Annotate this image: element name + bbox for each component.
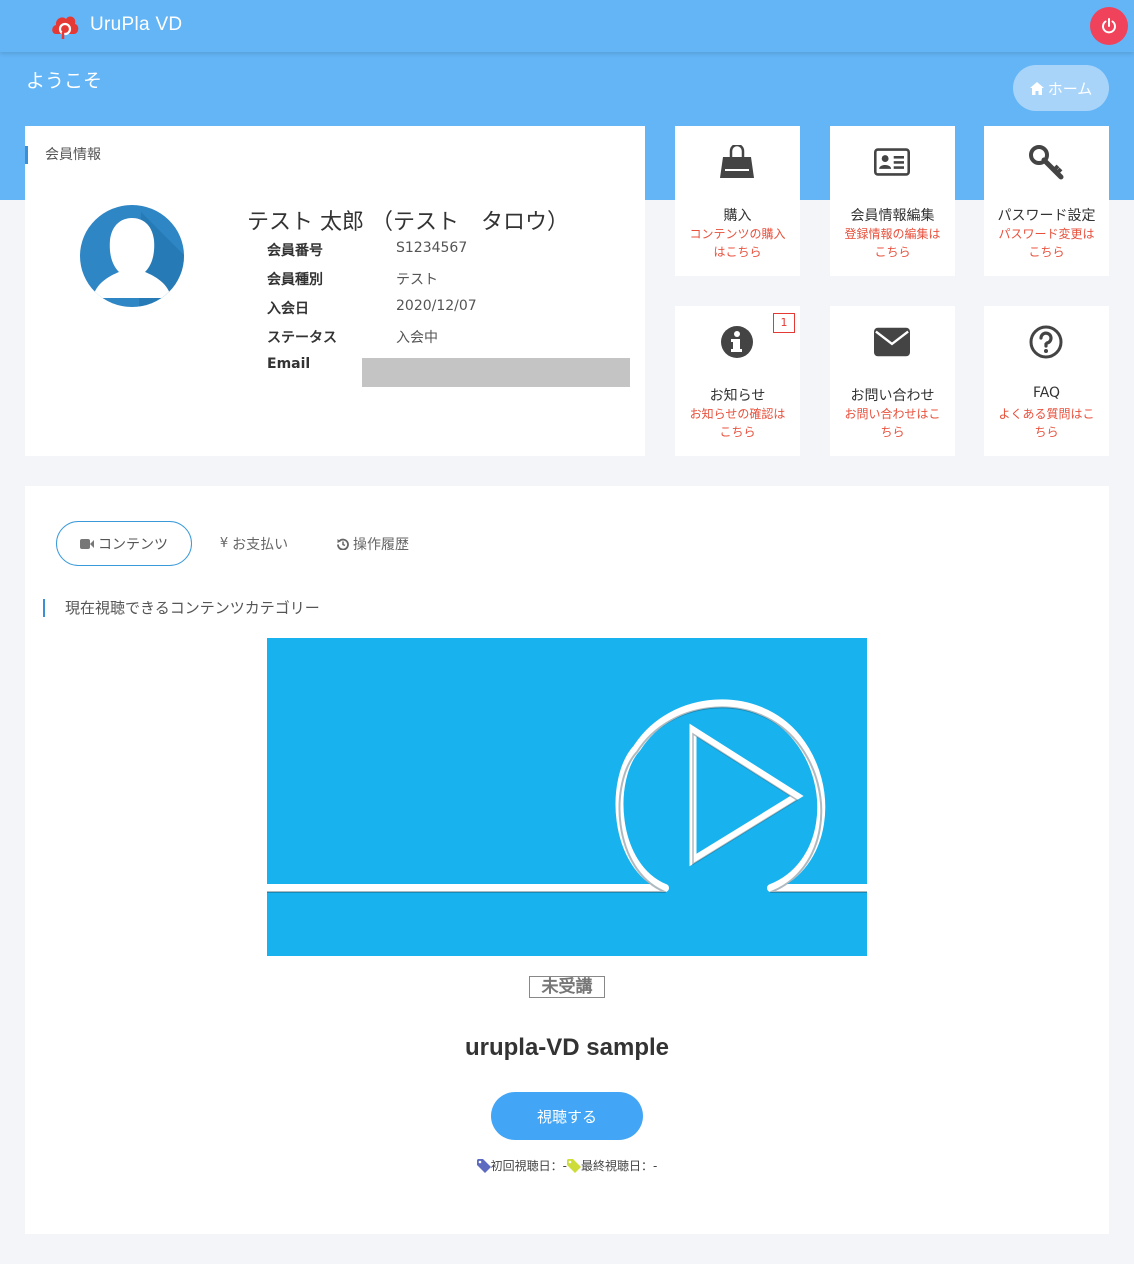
view-dates: 初回視聴日：- 最終視聴日：- (25, 1157, 1109, 1174)
app-name[interactable]: UruPla VD (90, 14, 182, 36)
tile-link[interactable]: パスワード変更はこちら (994, 225, 1099, 261)
tag-icon (567, 1158, 581, 1173)
info-label: Email (267, 356, 311, 372)
menu-tile-faq[interactable]: FAQ よくある質問はこちら (984, 306, 1109, 456)
tile-title: 会員情報編集 (850, 208, 935, 224)
play-icon (267, 699, 867, 893)
tab-contents[interactable]: コンテンツ (56, 521, 192, 566)
content-title: urupla-VD sample (464, 1034, 670, 1061)
menu-tile-password[interactable]: パスワード設定 パスワード変更はこちら (984, 126, 1109, 276)
info-value: 2020/12/07 (396, 298, 477, 314)
tile-title: 購入 (723, 208, 752, 224)
tile-title: パスワード設定 (997, 208, 1096, 224)
member-section-title: 会員情報 (25, 146, 101, 164)
first-view-date: 初回視聴日：- (490, 1159, 567, 1173)
shopping-bag-icon (719, 144, 755, 180)
tile-title: お問い合わせ (850, 388, 935, 404)
avatar-icon (80, 205, 184, 307)
envelope-icon (874, 324, 910, 360)
tile-link[interactable]: コンテンツの購入はこちら (685, 225, 790, 261)
info-icon (719, 324, 755, 360)
history-icon (337, 538, 349, 550)
home-icon (1029, 81, 1044, 95)
tile-link[interactable]: 登録情報の編集はこちら (840, 225, 945, 261)
tile-link[interactable]: お問い合わせはこちら (840, 405, 945, 441)
status-badge: 未受講 (529, 976, 605, 998)
watch-button[interactable]: 視聴する (491, 1092, 643, 1140)
tab-label: 操作履歴 (353, 536, 409, 553)
member-info-card: 会員情報 テスト 太郎 （テスト タロウ） 会員番号 S1234567 会員種別… (25, 126, 645, 456)
content-category-title: 現在視聴できるコンテンツカテゴリー (43, 599, 320, 617)
menu-tile-contact[interactable]: お問い合わせ お問い合わせはこちら (830, 306, 955, 456)
email-redaction (362, 358, 630, 387)
menu-tile-purchase[interactable]: 購入 コンテンツの購入はこちら (675, 126, 800, 276)
urupla-logo-icon (52, 16, 79, 39)
info-value: テスト (396, 272, 438, 288)
top-bar: UruPla VD (0, 0, 1134, 52)
tab-label: コンテンツ (98, 536, 168, 553)
info-value: 入会中 (396, 330, 438, 346)
welcome-title: ようこそ (26, 70, 103, 92)
content-card: コンテンツ ¥ お支払い 操作履歴 現在視聴できるコンテンツカテゴリー 未受講 … (25, 486, 1109, 1234)
home-button-label: ホーム (1047, 79, 1093, 98)
tile-title: FAQ (1032, 385, 1061, 401)
tab-label: お支払い (232, 536, 289, 553)
key-icon (1028, 144, 1064, 180)
tile-link[interactable]: よくある質問はこちら (994, 405, 1099, 441)
info-label: 会員番号 (267, 243, 323, 259)
power-icon (1102, 18, 1116, 34)
content-thumbnail[interactable] (267, 638, 867, 956)
video-camera-icon (80, 538, 94, 549)
home-button[interactable]: ホーム (1013, 65, 1109, 111)
member-name: テスト 太郎 （テスト タロウ） (247, 210, 569, 235)
menu-tile-notice[interactable]: 1 お知らせ お知らせの確認はこちら (675, 306, 800, 456)
tab-history[interactable]: 操作履歴 (331, 521, 415, 566)
info-value: S1234567 (396, 240, 468, 256)
info-label: 入会日 (267, 301, 309, 317)
logout-button[interactable] (1090, 7, 1128, 45)
notification-badge: 1 (773, 313, 795, 333)
question-icon (1028, 324, 1064, 360)
yen-icon: ¥ (219, 536, 229, 551)
tile-title: お知らせ (709, 388, 766, 404)
tag-icon (476, 1158, 491, 1173)
info-label: ステータス (267, 330, 337, 346)
tab-payment[interactable]: ¥ お支払い (209, 521, 299, 566)
id-card-icon (874, 144, 910, 180)
last-view-date: 最終視聴日：- (581, 1159, 658, 1173)
info-label: 会員種別 (267, 272, 323, 288)
tile-link[interactable]: お知らせの確認はこちら (685, 405, 790, 441)
menu-tile-edit-profile[interactable]: 会員情報編集 登録情報の編集はこちら (830, 126, 955, 276)
